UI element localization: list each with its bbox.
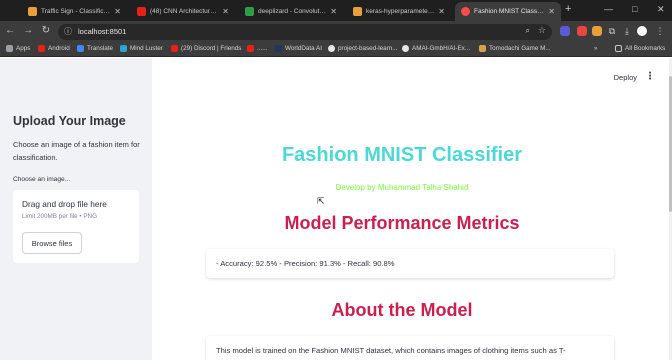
- tab-title: Fashion MNIST Classifier: [474, 8, 545, 15]
- page-subtitle: Develop by Muhammad Talha Shahid: [335, 183, 469, 192]
- bookmark-label: AMAI-GmbH/AI-Ex...: [412, 45, 471, 52]
- profile-avatar[interactable]: [637, 26, 647, 36]
- bookmark-translate[interactable]: Translate: [77, 45, 113, 52]
- mind-luster-icon: [120, 45, 127, 52]
- about-text: This model is trained on the Fashion MNI…: [216, 346, 566, 355]
- main-content: Deploy ⋮ Fashion MNIST Classifier Develo…: [152, 58, 672, 360]
- url-text[interactable]: localhost:8501: [78, 27, 126, 36]
- tab-title: (48) CNN Architecture | LeNet: [150, 8, 218, 15]
- bookmark-dots[interactable]: ......: [247, 45, 268, 52]
- bookmark-label: Apps: [16, 45, 31, 52]
- bookmark-discord[interactable]: (29) Discord | Friends: [171, 45, 241, 52]
- tab-favicon-icon: [353, 7, 362, 16]
- close-icon[interactable]: ✕: [330, 7, 337, 16]
- tomodachi-icon: [479, 45, 486, 52]
- tab-fashion-mnist[interactable]: Fashion MNIST Classifier ✕: [455, 2, 561, 21]
- extensions-puzzle-icon[interactable]: ⧉: [607, 26, 617, 36]
- github-icon: [402, 45, 409, 52]
- bookmark-label: Tomodachi Game M...: [489, 45, 551, 52]
- extension-icon[interactable]: [592, 26, 602, 36]
- youtube-icon: [38, 45, 45, 52]
- apps-grid-icon: [6, 45, 13, 52]
- tab-favicon-icon: [28, 7, 37, 16]
- reload-icon[interactable]: ↻: [40, 25, 52, 36]
- browser-menu-icon[interactable]: ⋮: [655, 26, 665, 36]
- restore-icon[interactable]: □: [632, 4, 637, 14]
- close-window-icon[interactable]: ✕: [657, 4, 665, 15]
- streamlit-icon: [461, 7, 470, 16]
- dropzone-limit: Limit 200MB per file • PNG: [22, 213, 97, 220]
- bookmark-android[interactable]: Android: [38, 45, 70, 52]
- file-dropzone[interactable]: Drag and drop file here Limit 200MB per …: [13, 190, 139, 263]
- bookmark-label: project-based-learn...: [338, 45, 398, 52]
- page-title: Fashion MNIST Classifier: [281, 144, 523, 166]
- streamlit-page: Upload Your Image Choose an image of a f…: [0, 58, 672, 360]
- minimize-icon[interactable]: —: [604, 4, 613, 14]
- bookmark-tomodachi[interactable]: Tomodachi Game M...: [479, 45, 551, 52]
- bookmark-label: All Bookmarks: [625, 45, 666, 52]
- bookmark-all[interactable]: All Bookmarks: [615, 45, 665, 52]
- bookmark-worlddata[interactable]: WorldData AI: [275, 45, 322, 52]
- bookmark-label: ......: [257, 45, 268, 52]
- youtube-icon: [247, 45, 254, 52]
- more-bookmarks-icon[interactable]: »: [594, 45, 598, 52]
- bookmarks-bar: Apps Android Translate Mind Luster (29) …: [0, 43, 672, 57]
- browser-toolbar: ← → ↻ ⓘ localhost:8501 ⌕ ☆: [0, 21, 672, 43]
- tab-deeplizard[interactable]: deeplizard - Convolution De ✕: [239, 2, 343, 21]
- forward-icon[interactable]: →: [22, 25, 34, 36]
- folder-icon: [615, 45, 622, 52]
- about-card: This model is trained on the Fashion MNI…: [206, 336, 614, 360]
- new-tab-button[interactable]: +: [565, 3, 571, 15]
- sidebar: Upload Your Image Choose an image of a f…: [0, 58, 152, 360]
- about-heading: About the Model: [331, 300, 473, 320]
- sidebar-title: Upload Your Image: [13, 114, 126, 128]
- tab-favicon-icon: [245, 7, 254, 16]
- tab-title: keras-hyperparameter-tuni: [366, 8, 434, 15]
- metrics-text: - Accuracy: 92.5% - Precision: 91.3% - R…: [216, 259, 395, 268]
- youtube-icon: [171, 45, 178, 52]
- tab-title: Traffic Sign - Classification w: [41, 8, 111, 15]
- bookmark-label: Mind Luster: [130, 45, 163, 52]
- browse-files-button[interactable]: Browse files: [22, 232, 82, 254]
- site-info-icon[interactable]: ⓘ: [64, 26, 72, 37]
- bookmark-label: WorldData AI: [285, 45, 322, 52]
- close-icon[interactable]: ✕: [114, 7, 121, 16]
- bookmark-mind-luster[interactable]: Mind Luster: [120, 45, 163, 52]
- bookmark-project-based[interactable]: project-based-learn...: [328, 45, 398, 52]
- dropzone-title: Drag and drop file here: [22, 199, 107, 209]
- bookmark-star-icon[interactable]: ☆: [538, 25, 546, 36]
- bookmark-apps[interactable]: Apps: [6, 45, 30, 52]
- translate-icon: [77, 45, 84, 52]
- tab-traffic-sign[interactable]: Traffic Sign - Classification w ✕: [22, 2, 127, 21]
- uploader-label: Choose an image...: [13, 176, 71, 183]
- mouse-cursor-icon: ⇱: [317, 196, 325, 206]
- close-icon[interactable]: ✕: [548, 7, 555, 16]
- bookmark-label: Android: [48, 45, 70, 52]
- close-icon[interactable]: ✕: [438, 7, 445, 16]
- close-icon[interactable]: ✕: [222, 7, 229, 16]
- bookmark-label: Translate: [87, 45, 114, 52]
- tab-title: deeplizard - Convolution De: [258, 8, 327, 15]
- back-icon[interactable]: ←: [4, 25, 16, 36]
- zoom-icon[interactable]: ⌕: [526, 26, 530, 36]
- bookmark-amai[interactable]: AMAI-GmbH/AI-Ex...: [402, 45, 470, 52]
- download-icon[interactable]: ⤓: [622, 26, 632, 36]
- github-icon: [328, 45, 335, 52]
- main-menu-icon[interactable]: ⋮: [645, 71, 655, 82]
- browser-tab-strip: Traffic Sign - Classification w ✕ (48) C…: [0, 0, 672, 21]
- youtube-icon: [137, 7, 146, 16]
- extension-icon[interactable]: [560, 26, 570, 36]
- tab-cnn-architecture[interactable]: (48) CNN Architecture | LeNet ✕: [131, 2, 235, 21]
- bookmark-label: (29) Discord | Friends: [181, 45, 242, 52]
- metrics-heading: Model Performance Metrics: [284, 213, 520, 233]
- extension-icon[interactable]: [577, 26, 587, 36]
- address-bar[interactable]: ⓘ localhost:8501 ⌕ ☆: [58, 24, 552, 40]
- metrics-card: - Accuracy: 92.5% - Precision: 91.3% - R…: [206, 249, 614, 278]
- tab-keras-tuning[interactable]: keras-hyperparameter-tuni ✕: [347, 2, 451, 21]
- worlddata-icon: [275, 45, 282, 52]
- deploy-button[interactable]: Deploy: [614, 73, 637, 82]
- sidebar-description: Choose an image of a fashion item for cl…: [13, 140, 140, 162]
